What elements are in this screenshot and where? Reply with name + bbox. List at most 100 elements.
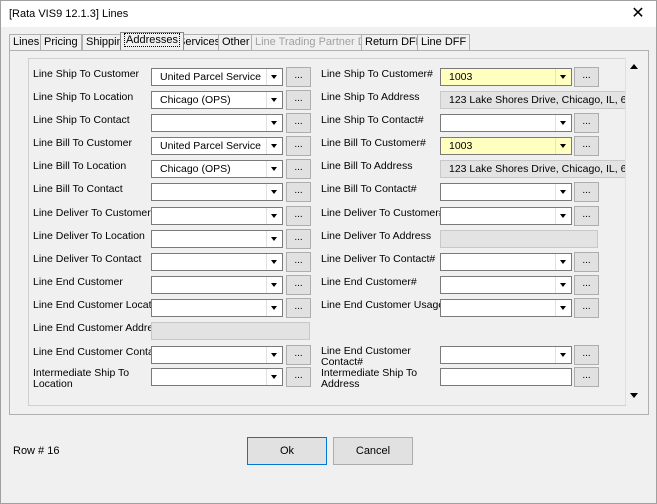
line-bill-to-contact-label: Line Bill To Contact <box>33 183 123 195</box>
chevron-down-icon[interactable] <box>555 208 571 224</box>
line-deliver-to-address-field <box>440 230 598 248</box>
line-end-customer-contact-select[interactable] <box>151 346 283 364</box>
line-bill-to-location-select[interactable]: Chicago (OPS) <box>151 160 283 178</box>
chevron-down-icon[interactable] <box>266 115 282 131</box>
line-deliver-to-location-select[interactable] <box>151 230 283 248</box>
chevron-down-icon[interactable] <box>266 231 282 247</box>
line-ship-to-location-value: Chicago (OPS) <box>160 94 231 106</box>
line-deliver-to-customer-select[interactable] <box>151 207 283 225</box>
line-end-customer-location-label: Line End Customer Location <box>33 299 166 311</box>
chevron-down-icon[interactable] <box>266 254 282 270</box>
line-deliver-to-address-label: Line Deliver To Address <box>321 230 432 242</box>
scroll-up-icon[interactable] <box>630 64 638 69</box>
scroll-down-icon[interactable] <box>630 393 638 398</box>
chevron-down-icon[interactable] <box>266 92 282 108</box>
line-bill-to-customer-lookup-button[interactable]: ... <box>286 136 311 156</box>
line-ship-to-contact-select[interactable] <box>151 114 283 132</box>
line-ship-to-contact-lookup-button[interactable]: ... <box>286 113 311 133</box>
line-bill-to-location-label: Line Bill To Location <box>33 160 127 172</box>
line-end-customer-contact-num-lookup-button[interactable]: ... <box>574 345 599 365</box>
line-end-customer-location-lookup-button[interactable]: ... <box>286 298 311 318</box>
line-end-customer-address-field <box>151 322 310 340</box>
tab-addresses[interactable]: Addresses <box>120 32 184 50</box>
line-end-customer-usage-select[interactable] <box>440 299 572 317</box>
line-ship-to-customer-num-select[interactable]: 1003 <box>440 68 572 86</box>
chevron-down-icon[interactable] <box>555 347 571 363</box>
line-bill-to-customer-select[interactable]: United Parcel Service <box>151 137 283 155</box>
chevron-down-icon[interactable] <box>555 115 571 131</box>
intermediate-ship-to-location-select[interactable] <box>151 368 283 386</box>
line-end-customer-address-label: Line End Customer Address <box>33 322 164 334</box>
line-deliver-to-contact-num-lookup-button[interactable]: ... <box>574 252 599 272</box>
chevron-down-icon[interactable] <box>266 369 282 385</box>
cancel-button[interactable]: Cancel <box>333 437 413 465</box>
line-bill-to-contact-select[interactable] <box>151 183 283 201</box>
chevron-down-icon[interactable] <box>266 184 282 200</box>
line-ship-to-location-lookup-button[interactable]: ... <box>286 90 311 110</box>
chevron-down-icon[interactable] <box>266 300 282 316</box>
close-icon[interactable]: ✕ <box>628 4 648 24</box>
tab-lines[interactable]: Lines <box>9 34 44 50</box>
line-deliver-to-contact-num-label: Line Deliver To Contact# <box>321 253 436 265</box>
line-end-customer-usage-lookup-button[interactable]: ... <box>574 298 599 318</box>
intermediate-ship-to-location-lookup-button[interactable]: ... <box>286 367 311 387</box>
line-bill-to-contact-num-select[interactable] <box>440 183 572 201</box>
line-deliver-to-location-lookup-button[interactable]: ... <box>286 229 311 249</box>
line-end-customer-num-lookup-button[interactable]: ... <box>574 275 599 295</box>
line-bill-to-customer-num-value: 1003 <box>449 140 473 152</box>
chevron-down-icon[interactable] <box>555 69 571 85</box>
tab-pricing[interactable]: Pricing <box>40 34 82 50</box>
chevron-down-icon[interactable] <box>555 184 571 200</box>
chevron-down-icon[interactable] <box>266 138 282 154</box>
line-bill-to-contact-num-lookup-button[interactable]: ... <box>574 182 599 202</box>
line-bill-to-customer-label: Line Bill To Customer <box>33 137 133 149</box>
chevron-down-icon[interactable] <box>266 161 282 177</box>
line-ship-to-address-label: Line Ship To Address <box>321 91 420 103</box>
line-ship-to-location-label: Line Ship To Location <box>33 91 134 103</box>
tab-other[interactable]: Other <box>218 34 254 50</box>
intermediate-ship-to-address-lookup-button[interactable]: ... <box>574 367 599 387</box>
line-end-customer-contact-lookup-button[interactable]: ... <box>286 345 311 365</box>
line-deliver-to-customer-num-select[interactable] <box>440 207 572 225</box>
line-end-customer-num-select[interactable] <box>440 276 572 294</box>
line-ship-to-contact-num-lookup-button[interactable]: ... <box>574 113 599 133</box>
ok-button[interactable]: Ok <box>247 437 327 465</box>
intermediate-ship-to-address-input[interactable] <box>440 368 572 386</box>
chevron-down-icon[interactable] <box>555 300 571 316</box>
line-ship-to-address-value: 123 Lake Shores Drive, Chicago, IL, 6 <box>449 94 626 106</box>
line-bill-to-location-lookup-button[interactable]: ... <box>286 159 311 179</box>
chevron-down-icon[interactable] <box>266 347 282 363</box>
line-ship-to-customer-label: Line Ship To Customer <box>33 68 140 80</box>
chevron-down-icon[interactable] <box>555 138 571 154</box>
addresses-panel: Line Ship To Customer United Parcel Serv… <box>9 50 649 415</box>
line-bill-to-customer-value: United Parcel Service <box>160 140 261 152</box>
line-ship-to-contact-num-label: Line Ship To Contact# <box>321 114 424 126</box>
line-end-customer-location-select[interactable] <box>151 299 283 317</box>
line-deliver-to-contact-select[interactable] <box>151 253 283 271</box>
line-end-customer-contact-num-select[interactable] <box>440 346 572 364</box>
chevron-down-icon[interactable] <box>555 254 571 270</box>
line-bill-to-customer-num-lookup-button[interactable]: ... <box>574 136 599 156</box>
line-end-customer-select[interactable] <box>151 276 283 294</box>
intermediate-ship-to-location-label-line2: Location <box>33 378 73 390</box>
chevron-down-icon[interactable] <box>555 277 571 293</box>
vertical-scrollbar[interactable] <box>625 58 642 404</box>
line-ship-to-customer-num-lookup-button[interactable]: ... <box>574 67 599 87</box>
line-bill-to-contact-lookup-button[interactable]: ... <box>286 182 311 202</box>
line-bill-to-customer-num-select[interactable]: 1003 <box>440 137 572 155</box>
line-ship-to-location-select[interactable]: Chicago (OPS) <box>151 91 283 109</box>
line-ship-to-contact-num-select[interactable] <box>440 114 572 132</box>
chevron-down-icon[interactable] <box>266 277 282 293</box>
line-end-customer-lookup-button[interactable]: ... <box>286 275 311 295</box>
line-end-customer-label: Line End Customer <box>33 276 123 288</box>
line-deliver-to-customer-lookup-button[interactable]: ... <box>286 206 311 226</box>
tab-line-dff[interactable]: Line DFF <box>417 34 471 50</box>
line-deliver-to-contact-num-select[interactable] <box>440 253 572 271</box>
chevron-down-icon[interactable] <box>266 208 282 224</box>
line-ship-to-customer-select[interactable]: United Parcel Service <box>151 68 283 86</box>
line-deliver-to-contact-lookup-button[interactable]: ... <box>286 252 311 272</box>
line-deliver-to-customer-num-lookup-button[interactable]: ... <box>574 206 599 226</box>
chevron-down-icon[interactable] <box>266 69 282 85</box>
line-bill-to-location-value: Chicago (OPS) <box>160 163 231 175</box>
line-ship-to-customer-lookup-button[interactable]: ... <box>286 67 311 87</box>
